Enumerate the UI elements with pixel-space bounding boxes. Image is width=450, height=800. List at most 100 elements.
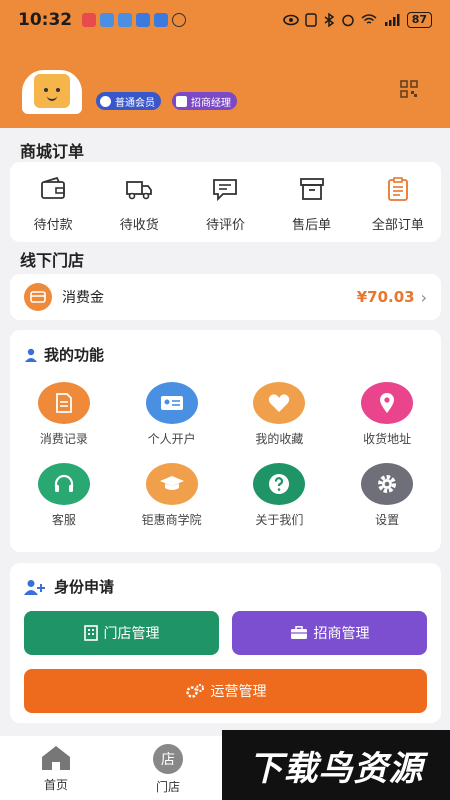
heart-icon bbox=[253, 382, 306, 424]
watermark-logo: 下载鸟资源 bbox=[222, 730, 450, 800]
gear-icon bbox=[361, 463, 414, 505]
comment-icon bbox=[213, 179, 238, 202]
avatar-face bbox=[34, 74, 70, 108]
notification-icon bbox=[154, 13, 169, 27]
avatar-eye bbox=[44, 88, 48, 92]
alipay-icon bbox=[136, 13, 151, 27]
user-icon bbox=[25, 348, 37, 362]
box-icon bbox=[299, 178, 324, 200]
order-all-label: 全部订单 bbox=[371, 218, 424, 233]
func-settings-label: 设置 bbox=[375, 513, 400, 527]
func-consume-record-label: 消费记录 bbox=[39, 432, 88, 446]
alarm-icon bbox=[341, 14, 354, 27]
func-address[interactable]: 收货地址 bbox=[333, 382, 441, 447]
card-icon bbox=[24, 283, 52, 311]
order-pending-receipt-label: 待收货 bbox=[119, 218, 159, 233]
id-card-icon bbox=[145, 382, 198, 424]
speed-icon bbox=[172, 13, 187, 27]
order-all[interactable]: 全部订单 bbox=[358, 176, 438, 242]
mall-orders-title: 商城订单 bbox=[20, 142, 85, 161]
func-address-label: 收货地址 bbox=[363, 432, 412, 446]
nav-store-label: 门店 bbox=[155, 780, 180, 794]
func-favorites-label: 我的收藏 bbox=[255, 432, 304, 446]
gears-icon bbox=[185, 684, 204, 698]
func-favorites[interactable]: 我的收藏 bbox=[226, 382, 334, 447]
consume-amount: ¥70.03 bbox=[356, 288, 415, 306]
order-pending-receipt[interactable]: 待收货 bbox=[99, 176, 179, 242]
graduation-cap-icon bbox=[145, 463, 198, 505]
status-bar: 10:32 87 bbox=[0, 0, 450, 40]
avatar-mouth bbox=[47, 96, 57, 101]
my-functions-card: 我的功能 消费记录 个人开户 我的收藏 收货地址 客服 钜惠商学院 关于我们 设… bbox=[10, 330, 441, 552]
question-icon bbox=[253, 463, 306, 505]
building-icon bbox=[83, 625, 98, 641]
battery-level: 87 bbox=[406, 12, 432, 28]
store-icon: 店 bbox=[153, 744, 183, 774]
manager-badge-label: 招商经理 bbox=[191, 97, 231, 109]
offline-store-title: 线下门店 bbox=[20, 251, 85, 270]
order-pending-payment-label: 待付款 bbox=[33, 218, 73, 233]
identity-title: 身份申请 bbox=[54, 578, 115, 596]
profile-header: 10:32 87 普通会员 招商经理 bbox=[0, 0, 450, 128]
member-badge: 普通会员 bbox=[96, 92, 161, 110]
mall-orders-card: 待付款 待收货 待评价 售后单 全部订单 bbox=[10, 162, 441, 242]
nav-store[interactable]: 店 门店 bbox=[112, 736, 224, 800]
wallet-icon bbox=[41, 176, 65, 199]
func-customer-service[interactable]: 客服 bbox=[10, 463, 118, 528]
clipboard-icon bbox=[387, 177, 408, 201]
avatar-eye bbox=[56, 88, 60, 92]
order-pending-review-label: 待评价 bbox=[205, 218, 245, 233]
order-after-sale-label: 售后单 bbox=[292, 218, 332, 233]
func-about-us[interactable]: 关于我们 bbox=[226, 463, 334, 528]
home-icon bbox=[42, 746, 70, 770]
consume-balance-row[interactable]: 消费金 ¥70.03 › bbox=[10, 274, 441, 320]
store-management-button[interactable]: 门店管理 bbox=[24, 611, 219, 655]
user-icon bbox=[100, 95, 111, 107]
func-customer-service-label: 客服 bbox=[51, 513, 76, 527]
manager-badge: 招商经理 bbox=[172, 92, 237, 110]
truck-icon bbox=[126, 181, 153, 200]
notification-icon bbox=[118, 13, 133, 27]
nav-home[interactable]: 首页 bbox=[0, 736, 112, 800]
store-management-label: 门店管理 bbox=[103, 626, 160, 642]
document-icon bbox=[37, 382, 90, 424]
wifi-icon bbox=[361, 14, 377, 24]
order-pending-payment[interactable]: 待付款 bbox=[13, 176, 93, 242]
operations-management-button[interactable]: 运营管理 bbox=[24, 669, 427, 713]
member-badge-label: 普通会员 bbox=[115, 97, 155, 109]
func-academy[interactable]: 钜惠商学院 bbox=[118, 463, 226, 528]
headset-icon bbox=[37, 463, 90, 505]
operations-management-label: 运营管理 bbox=[210, 684, 267, 700]
eye-icon bbox=[282, 14, 299, 26]
status-icons: 87 bbox=[282, 12, 432, 28]
my-functions-title: 我的功能 bbox=[44, 346, 105, 364]
notification-icon bbox=[82, 13, 97, 27]
order-after-sale[interactable]: 售后单 bbox=[272, 176, 352, 242]
order-pending-review[interactable]: 待评价 bbox=[185, 176, 265, 242]
avatar[interactable] bbox=[22, 70, 82, 114]
identity-application-card: 身份申请 门店管理 招商管理 运营管理 bbox=[10, 563, 441, 723]
identity-header: 身份申请 bbox=[24, 576, 114, 597]
signal-icon bbox=[384, 14, 400, 26]
briefcase-icon bbox=[290, 626, 307, 639]
status-time: 10:32 bbox=[18, 10, 73, 30]
notification-icon bbox=[100, 13, 115, 27]
nav-home-label: 首页 bbox=[43, 778, 68, 792]
add-user-icon bbox=[24, 579, 45, 595]
functions-grid: 消费记录 个人开户 我的收藏 收货地址 客服 钜惠商学院 关于我们 设置 bbox=[10, 382, 441, 528]
func-consume-record[interactable]: 消费记录 bbox=[10, 382, 118, 447]
func-about-us-label: 关于我们 bbox=[255, 513, 304, 527]
location-icon bbox=[361, 382, 414, 424]
my-functions-header: 我的功能 bbox=[24, 344, 104, 365]
func-open-account-label: 个人开户 bbox=[147, 432, 196, 446]
bluetooth-icon bbox=[324, 13, 334, 27]
chevron-right-icon: › bbox=[420, 287, 427, 307]
nfc-icon bbox=[304, 13, 317, 27]
investment-management-button[interactable]: 招商管理 bbox=[232, 611, 427, 655]
func-settings[interactable]: 设置 bbox=[333, 463, 441, 528]
func-open-account[interactable]: 个人开户 bbox=[118, 382, 226, 447]
investment-management-label: 招商管理 bbox=[313, 626, 370, 642]
qr-code-icon[interactable] bbox=[400, 80, 418, 98]
func-academy-label: 钜惠商学院 bbox=[141, 513, 202, 527]
manager-icon bbox=[176, 95, 187, 107]
